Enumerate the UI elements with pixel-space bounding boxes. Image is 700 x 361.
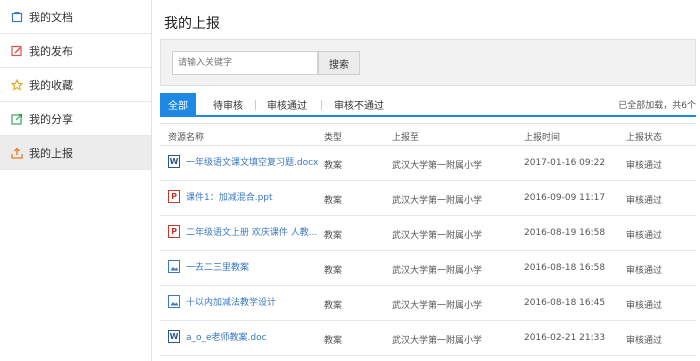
sidebar-item-my-publish[interactable]: 我的发布 — [0, 34, 151, 68]
tab-divider — [321, 100, 322, 110]
report-status: 审核通过 — [626, 266, 663, 276]
table-row: W 一年级语文课文填空复习题.docx 教案 武汉大学第一附属小学 2017-0… — [160, 146, 696, 181]
upload-icon — [11, 147, 23, 159]
table-row: W a_o_e老师教案.doc 教案 武汉大学第一附属小学 2016-02-21… — [160, 321, 696, 356]
resource-name: 课件1：加减混合.ppt — [186, 193, 273, 203]
table-row: 一去二三里教案 教案 武汉大学第一附属小学 2016-08-18 16:58 审… — [160, 251, 696, 286]
sidebar-item-label: 我的收藏 — [29, 78, 73, 92]
ppt-file-icon: P — [168, 190, 180, 203]
resource-name: 二年级语文上册 欢庆课件 人教... — [186, 228, 318, 238]
header-type: 类型 — [324, 133, 343, 143]
edit-icon — [11, 45, 23, 57]
table-row: P 课件1：加减混合.ppt 教案 武汉大学第一附属小学 2016-09-09 … — [160, 181, 696, 216]
sidebar-item-my-documents[interactable]: 我的文档 — [0, 0, 151, 34]
tab-rejected[interactable]: 审核不通过 — [334, 93, 384, 115]
table-header: 资源名称 类型 上报至 上报时间 上报状态 — [160, 123, 696, 146]
document-icon — [11, 11, 23, 23]
report-status: 审核通过 — [626, 336, 663, 346]
resource-link[interactable]: 十以内加减法教学设计 — [168, 295, 276, 308]
report-status: 审核通过 — [626, 161, 663, 171]
page-title: 我的上报 — [164, 16, 220, 32]
main-content: 我的上报 搜索 全部 待审核 审核通过 审核不通过 已全部加载，共6个 资源名称… — [152, 0, 700, 361]
report-target: 武汉大学第一附属小学 — [392, 161, 483, 171]
sidebar-item-my-reports[interactable]: 我的上报 — [0, 136, 151, 170]
image-file-icon — [168, 260, 180, 273]
resource-name: 一去二三里教案 — [186, 263, 250, 273]
report-status: 审核通过 — [626, 196, 663, 206]
ppt-file-icon: P — [168, 225, 180, 238]
search-input[interactable] — [172, 51, 318, 75]
header-target: 上报至 — [392, 133, 420, 143]
star-icon — [11, 78, 23, 91]
table-row: 十以内加减法教学设计 教案 武汉大学第一附属小学 2016-08-18 16:4… — [160, 286, 696, 321]
report-target: 武汉大学第一附属小学 — [392, 301, 483, 311]
report-table: 资源名称 类型 上报至 上报时间 上报状态 W 一年级语文课文填空复习题.doc… — [160, 123, 696, 356]
tab-all[interactable]: 全部 — [160, 93, 196, 115]
report-target: 武汉大学第一附属小学 — [392, 231, 483, 241]
resource-type: 教案 — [324, 301, 343, 311]
header-name: 资源名称 — [168, 133, 205, 143]
resource-link[interactable]: P 课件1：加减混合.ppt — [168, 190, 273, 203]
resource-link[interactable]: P 二年级语文上册 欢庆课件 人教... — [168, 225, 317, 238]
sidebar-item-label: 我的文档 — [29, 10, 73, 24]
report-target: 武汉大学第一附属小学 — [392, 336, 483, 346]
resource-name: 十以内加减法教学设计 — [186, 298, 277, 308]
resource-name: a_o_e老师教案.doc — [186, 333, 267, 343]
report-time: 2017-01-16 09:22 — [524, 158, 606, 168]
loaded-count: 已全部加载，共6个 — [618, 101, 696, 111]
table-row: P 二年级语文上册 欢庆课件 人教... 教案 武汉大学第一附属小学 2016-… — [160, 216, 696, 251]
report-time: 2016-02-21 21:33 — [524, 333, 606, 343]
resource-link[interactable]: 一去二三里教案 — [168, 260, 249, 273]
share-icon — [11, 113, 23, 125]
report-target: 武汉大学第一附属小学 — [392, 266, 483, 276]
resource-type: 教案 — [324, 336, 343, 346]
header-status: 上报状态 — [626, 133, 663, 143]
tab-approved[interactable]: 审核通过 — [267, 93, 307, 115]
tab-divider — [255, 100, 256, 110]
resource-type: 教案 — [324, 161, 343, 171]
sidebar: 我的文档 我的发布 我的收藏 我的分享 我的上报 — [0, 0, 152, 361]
sidebar-item-label: 我的发布 — [29, 44, 73, 58]
search-button[interactable]: 搜索 — [318, 51, 360, 75]
sidebar-item-my-share[interactable]: 我的分享 — [0, 102, 151, 136]
report-time: 2016-08-19 16:58 — [524, 228, 606, 238]
status-tabs: 全部 待审核 审核通过 审核不通过 已全部加载，共6个 — [160, 93, 696, 117]
resource-link[interactable]: W 一年级语文课文填空复习题.docx — [168, 155, 318, 168]
sidebar-item-label: 我的分享 — [29, 112, 73, 126]
header-time: 上报时间 — [524, 133, 561, 143]
sidebar-item-my-favorites[interactable]: 我的收藏 — [0, 68, 151, 102]
report-time: 2016-08-18 16:58 — [524, 263, 606, 273]
search-bar: 搜索 — [160, 39, 696, 86]
resource-name: 一年级语文课文填空复习题.docx — [186, 158, 318, 168]
sidebar-item-label: 我的上报 — [29, 146, 73, 160]
tab-pending[interactable]: 待审核 — [213, 93, 243, 115]
report-time: 2016-09-09 11:17 — [524, 193, 606, 203]
report-target: 武汉大学第一附属小学 — [392, 196, 483, 206]
resource-type: 教案 — [324, 196, 343, 206]
report-time: 2016-08-18 16:45 — [524, 298, 606, 308]
resource-type: 教案 — [324, 266, 343, 276]
word-file-icon: W — [168, 330, 180, 343]
resource-link[interactable]: W a_o_e老师教案.doc — [168, 330, 267, 343]
word-file-icon: W — [168, 155, 180, 168]
resource-type: 教案 — [324, 231, 343, 241]
report-status: 审核通过 — [626, 231, 663, 241]
report-status: 审核通过 — [626, 301, 663, 311]
image-file-icon — [168, 295, 180, 308]
